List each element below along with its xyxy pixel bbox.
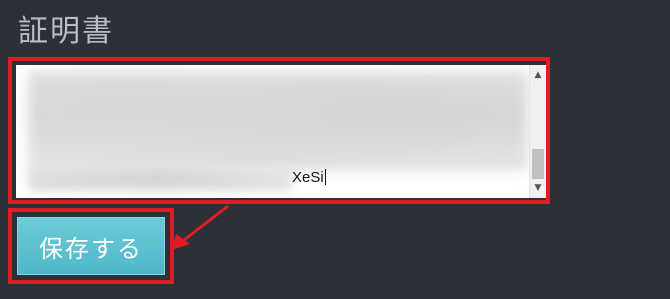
- save-button[interactable]: 保存する: [17, 217, 165, 275]
- section-title: 証明書: [18, 14, 114, 49]
- scroll-up-arrow-icon[interactable]: ▲: [530, 67, 546, 83]
- typed-text-value: XeSi: [292, 169, 324, 186]
- vertical-scrollbar[interactable]: ▲ ▼: [529, 65, 546, 198]
- certificate-textarea[interactable]: XeSi ▲ ▼: [16, 65, 546, 198]
- scroll-down-arrow-icon[interactable]: ▼: [530, 180, 546, 196]
- scrollbar-thumb[interactable]: [532, 149, 544, 179]
- text-caret: [324, 169, 326, 185]
- blurred-content: [28, 71, 528, 171]
- typed-text: XeSi: [292, 169, 326, 186]
- blurred-content-last-line: [28, 167, 293, 191]
